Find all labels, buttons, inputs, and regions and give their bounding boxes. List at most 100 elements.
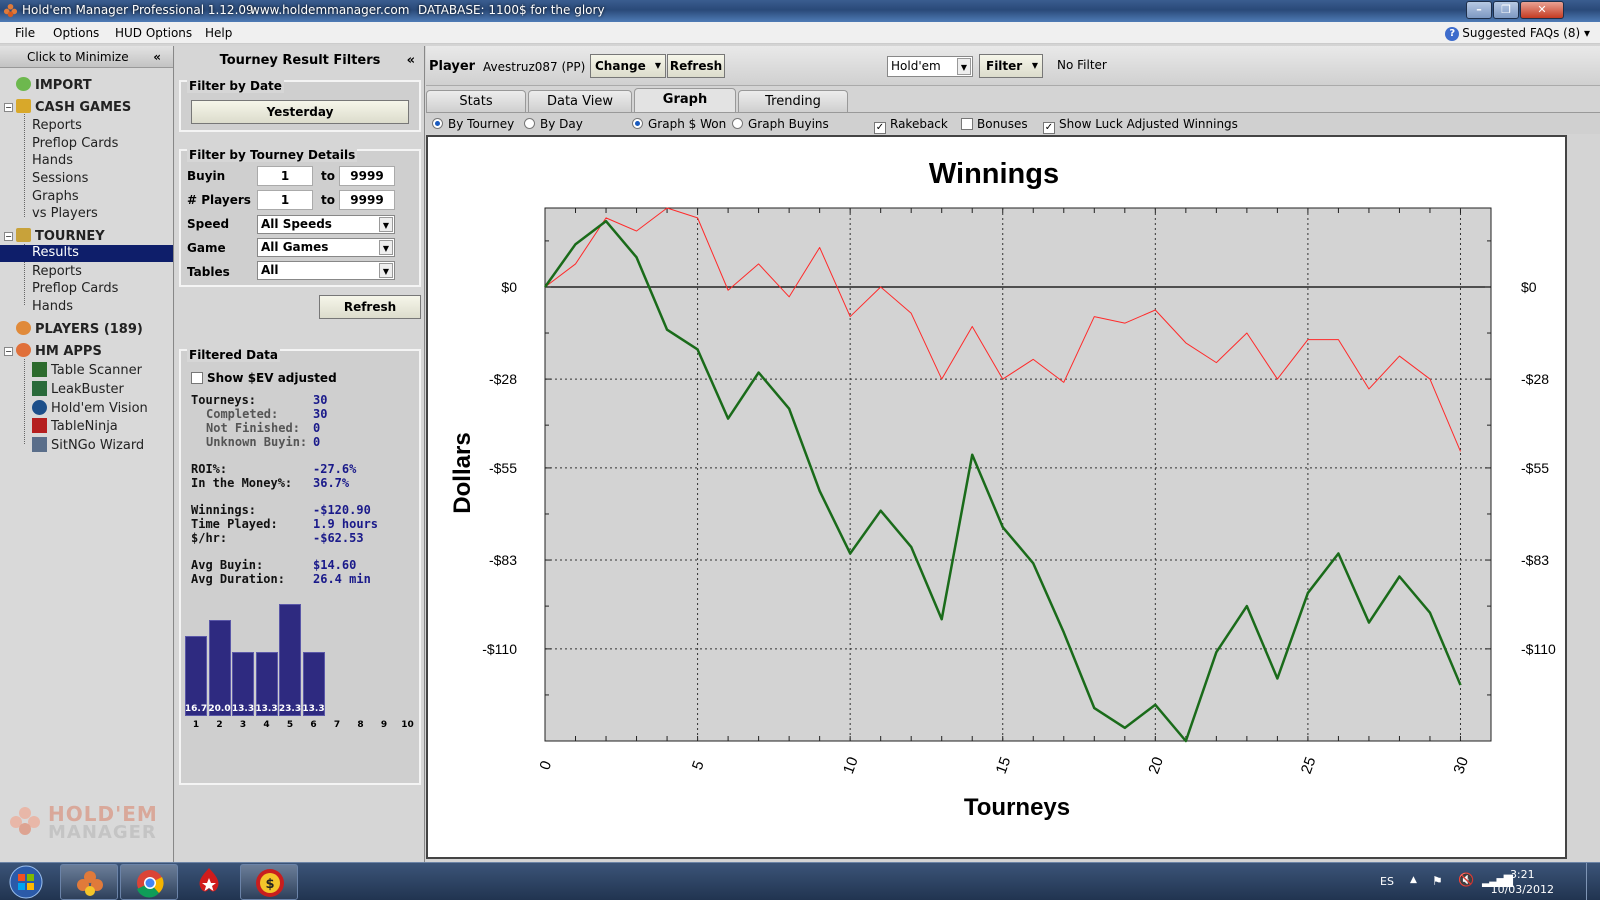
buyin-to-input[interactable]: 9999 <box>339 166 395 186</box>
show-desktop-button[interactable] <box>1586 863 1600 900</box>
player-name: Avestruz087 (PP) <box>483 60 586 74</box>
taskbar-pokerstars-button[interactable] <box>180 864 238 900</box>
hm-flower-logo-icon <box>10 807 40 835</box>
taskbar-sitngo-app-button[interactable]: $ <box>240 864 298 900</box>
nav-tourney-results[interactable]: Results <box>0 245 173 262</box>
players-from-input[interactable]: 1 <box>257 190 313 210</box>
radio-unselected-icon <box>524 118 535 129</box>
minimize-window-button[interactable]: – <box>1466 1 1492 19</box>
dropdown-arrow-icon: ▼ <box>379 240 393 255</box>
volume-muted-icon[interactable]: 🔇 <box>1458 873 1474 888</box>
tree-connector <box>24 114 25 217</box>
tray-expand-icon[interactable]: ▲ <box>1410 875 1417 885</box>
dropdown-arrow-icon: ▼ <box>1031 61 1038 70</box>
tables-select[interactable]: All ▼ <box>257 261 395 280</box>
minimize-label: Click to Minimize <box>27 50 129 64</box>
nav-cash-preflop-cards[interactable]: Preflop Cards <box>32 136 118 151</box>
filter-button[interactable]: Filter ▼ <box>979 54 1043 78</box>
luck-adjusted-checkbox[interactable]: ✓ Show Luck Adjusted Winnings <box>1043 117 1238 134</box>
suggested-faqs[interactable]: ? Suggested FAQs (8) ▾ <box>1445 26 1590 41</box>
buyin-from-input[interactable]: 1 <box>257 166 313 186</box>
x-tick-label: 5 <box>689 759 708 773</box>
collapse-icon[interactable]: − <box>4 232 13 241</box>
y-tick-label-right: -$83 <box>1521 552 1549 568</box>
nav-import[interactable]: IMPORT <box>16 77 92 93</box>
filters-refresh-button[interactable]: Refresh <box>319 295 421 319</box>
collapse-panel-icon[interactable]: « <box>407 50 415 72</box>
nav-cash-games[interactable]: CASH GAMES <box>16 99 131 115</box>
nav-tourney-preflop-cards[interactable]: Preflop Cards <box>32 281 118 296</box>
nav-holdem-vision[interactable]: Hold'em Vision <box>32 400 148 416</box>
nav-players[interactable]: PLAYERS (189) <box>16 321 143 337</box>
import-icon <box>16 77 31 91</box>
nav-leakbuster[interactable]: LeakBuster <box>32 381 124 397</box>
nav-tourney-reports[interactable]: Reports <box>32 264 82 279</box>
nav-hm-apps-label: HM APPS <box>35 344 102 359</box>
table-scanner-label: Table Scanner <box>51 363 142 378</box>
coins-icon <box>16 99 31 113</box>
tab-graph[interactable]: Graph <box>634 88 736 112</box>
nav-cash-vs-players[interactable]: vs Players <box>32 206 98 221</box>
players-to-label: to <box>321 193 335 207</box>
action-center-icon[interactable]: ⚑ <box>1432 874 1443 888</box>
collapse-icon[interactable]: − <box>4 347 13 356</box>
finish-bar <box>208 620 231 716</box>
nav-hm-apps[interactable]: HM APPS <box>16 343 102 359</box>
nav-cash-hands[interactable]: Hands <box>32 153 73 168</box>
close-window-button[interactable]: ✕ <box>1520 1 1564 19</box>
speed-select[interactable]: All Speeds ▼ <box>257 215 395 234</box>
finish-position-label: 6 <box>310 720 317 730</box>
nav-tourney-hands[interactable]: Hands <box>32 299 73 314</box>
by-tourney-radio[interactable]: By Tourney <box>432 117 514 131</box>
tab-data-view[interactable]: Data View <box>528 90 632 112</box>
minimize-sidebar-button[interactable]: Click to Minimize « <box>0 46 173 68</box>
graph-won-radio[interactable]: Graph $ Won <box>632 117 726 131</box>
x-tick-label: 20 <box>1145 755 1167 776</box>
nav-sitngo-wizard[interactable]: SitNGo Wizard <box>32 437 144 453</box>
nav-tableninja[interactable]: TableNinja <box>32 418 118 434</box>
yesterday-button[interactable]: Yesterday <box>191 100 409 124</box>
restore-window-button[interactable]: ❐ <box>1493 1 1519 19</box>
filter-by-date-title: Filter by Date <box>187 79 284 93</box>
sitngo-wizard-icon <box>32 437 47 452</box>
by-day-radio[interactable]: By Day <box>524 117 583 131</box>
menu-hud-options[interactable]: HUD Options <box>115 26 192 40</box>
graph-buyins-radio[interactable]: Graph Buyins <box>732 117 829 131</box>
dropdown-arrow-icon: ▼ <box>379 263 393 278</box>
nav-cash-sessions[interactable]: Sessions <box>32 171 88 186</box>
tab-trending[interactable]: Trending <box>738 90 848 112</box>
menu-help[interactable]: Help <box>205 26 232 40</box>
nav-table-scanner[interactable]: Table Scanner <box>32 362 142 378</box>
nav-cash-graphs[interactable]: Graphs <box>32 189 79 204</box>
tab-stats[interactable]: Stats <box>426 90 526 112</box>
game-label: Game <box>187 241 226 255</box>
player-refresh-button[interactable]: Refresh <box>667 54 725 78</box>
menu-options[interactable]: Options <box>53 26 99 40</box>
winnings-graph: Winnings Tourneys Dollars 0 5 10 15 20 25 30 $0 $0 -… <box>449 158 1556 821</box>
change-player-button[interactable]: Change ▼ <box>590 54 666 78</box>
graph-buyins-label: Graph Buyins <box>748 117 829 131</box>
taskbar-chrome-button[interactable] <box>120 864 178 900</box>
finish-position-label: 8 <box>357 720 364 730</box>
nav-cash-games-label: CASH GAMES <box>35 100 132 115</box>
players-to-input[interactable]: 9999 <box>339 190 395 210</box>
nav-cash-reports[interactable]: Reports <box>32 118 82 133</box>
finish-position-label: 10 <box>401 720 414 730</box>
windows-taskbar: $ ES ▲ ⚑ 🔇 ▂▃▅▇ 3:21 10/03/2012 <box>0 862 1600 900</box>
y-tick-label-left: -$28 <box>489 371 517 387</box>
system-clock[interactable]: 3:21 10/03/2012 <box>1491 867 1554 897</box>
nav-tourney[interactable]: TOURNEY <box>16 228 105 244</box>
rakeback-checkbox[interactable]: ✓ Rakeback <box>874 117 948 134</box>
collapse-icon[interactable]: − <box>4 103 13 112</box>
dollar-chip-icon: $ <box>256 869 284 897</box>
tableninja-label: TableNinja <box>51 419 118 434</box>
player-toolbar: Player Avestruz087 (PP) Change ▼ Refresh … <box>426 46 1600 86</box>
taskbar-holdem-manager-button[interactable] <box>60 864 118 900</box>
bonuses-checkbox[interactable]: Bonuses <box>961 117 1028 131</box>
windows-start-icon[interactable] <box>6 865 46 899</box>
game-select[interactable]: All Games ▼ <box>257 238 395 257</box>
game-type-select[interactable]: Hold'em ▼ <box>887 56 973 77</box>
input-language[interactable]: ES <box>1380 875 1394 888</box>
y-tick-label-right: -$55 <box>1521 460 1549 476</box>
menu-file[interactable]: File <box>15 26 35 40</box>
